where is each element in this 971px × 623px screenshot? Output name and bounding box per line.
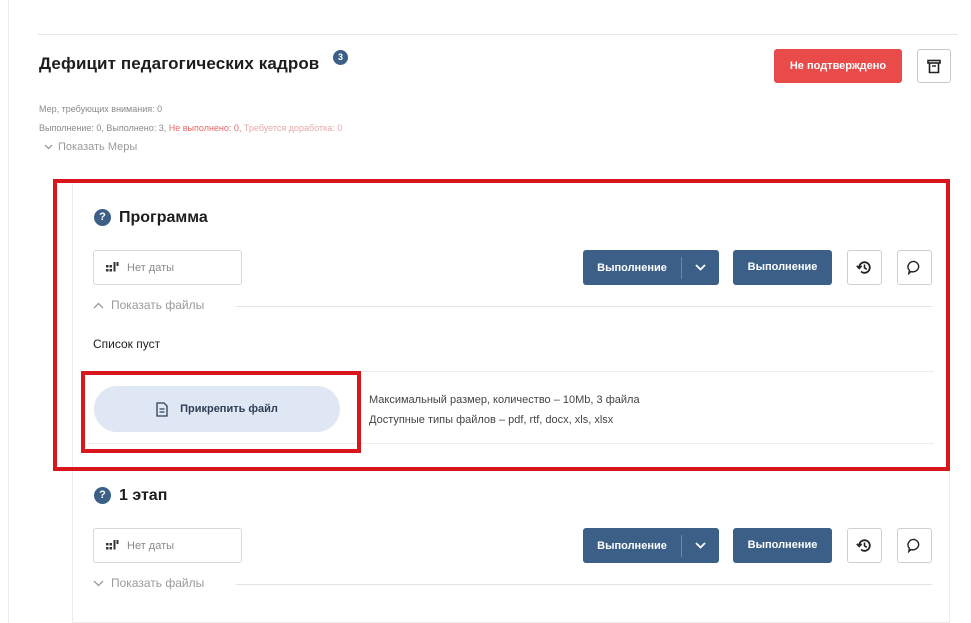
date-value: Нет даты xyxy=(127,261,175,274)
size-limits-label: Максимальный размер, количество – xyxy=(369,394,563,406)
help-icon[interactable]: ? xyxy=(94,487,111,504)
file-icon xyxy=(156,401,168,417)
execution-button[interactable]: Выполнение xyxy=(733,528,832,563)
chevron-down-icon xyxy=(44,142,53,153)
left-border xyxy=(8,0,9,623)
chevron-down-icon xyxy=(93,580,104,586)
history-icon xyxy=(856,539,871,552)
history-button[interactable] xyxy=(847,528,882,563)
history-button[interactable] xyxy=(847,250,882,285)
top-divider xyxy=(38,34,958,35)
section-title: 1 этап xyxy=(119,487,168,504)
execution-button[interactable]: Выполнение xyxy=(733,250,832,285)
status-button[interactable]: Не подтверждено xyxy=(774,49,902,83)
show-files-label: Показать файлы xyxy=(111,576,205,590)
attach-file-button[interactable]: Прикрепить файл xyxy=(94,386,340,432)
comment-icon xyxy=(907,538,920,553)
delete-button[interactable] xyxy=(917,49,951,83)
size-limits-text: Максимальный размер, количество – 10Mb, … xyxy=(369,394,640,406)
size-limits-value: 10Mb, 3 файла xyxy=(562,394,640,406)
date-field[interactable]: Нет даты xyxy=(93,528,242,563)
chevron-down-icon[interactable] xyxy=(682,264,719,271)
comment-icon xyxy=(907,260,920,275)
page-title: Дефицит педагогических кадров xyxy=(39,54,320,73)
show-files-toggle[interactable]: Показать файлы xyxy=(93,298,204,312)
not-done-count: Не выполнено: 0, xyxy=(168,123,244,133)
date-field[interactable]: Нет даты xyxy=(93,250,242,285)
show-files-toggle[interactable]: Показать файлы xyxy=(93,576,204,590)
section-title: Программа xyxy=(119,209,208,226)
progress-summary: Выполнение: 0, Выполнено: 3, Не выполнен… xyxy=(39,123,342,133)
help-icon[interactable]: ? xyxy=(94,209,111,226)
show-files-label: Показать файлы xyxy=(111,298,205,312)
execution-dropdown-button[interactable]: Выполнение xyxy=(583,528,719,563)
trash-icon xyxy=(927,59,941,73)
calendar-icon xyxy=(106,540,119,551)
divider xyxy=(236,584,932,585)
chevron-up-icon xyxy=(93,302,104,308)
execution-dropdown-label: Выполнение xyxy=(583,256,682,279)
file-types-value: pdf, rtf, docx, xls, xlsx xyxy=(508,414,614,426)
comment-button[interactable] xyxy=(897,528,932,563)
attach-file-label: Прикрепить файл xyxy=(180,403,278,415)
file-types-label: Доступные типы файлов – xyxy=(369,414,509,426)
execution-dropdown-label: Выполнение xyxy=(583,534,682,557)
count-badge: 3 xyxy=(333,50,348,65)
calendar-icon xyxy=(106,262,119,273)
comment-button[interactable] xyxy=(897,250,932,285)
needs-rework-count: Требуется доработка: 0 xyxy=(243,123,343,133)
chevron-down-icon[interactable] xyxy=(682,542,719,549)
divider xyxy=(236,306,932,307)
empty-list-text: Список пуст xyxy=(93,337,161,351)
history-icon xyxy=(856,261,871,274)
execution-dropdown-button[interactable]: Выполнение xyxy=(583,250,719,285)
progress-counts: Выполнение: 0, Выполнено: 3, xyxy=(39,123,169,133)
date-value: Нет даты xyxy=(127,539,175,552)
measures-attention: Мер, требующих внимания: 0 xyxy=(39,104,163,114)
show-measures-toggle[interactable]: Показать Меры xyxy=(44,141,137,153)
file-types-text: Доступные типы файлов – pdf, rtf, docx, … xyxy=(369,414,613,426)
show-measures-label: Показать Меры xyxy=(58,141,138,153)
